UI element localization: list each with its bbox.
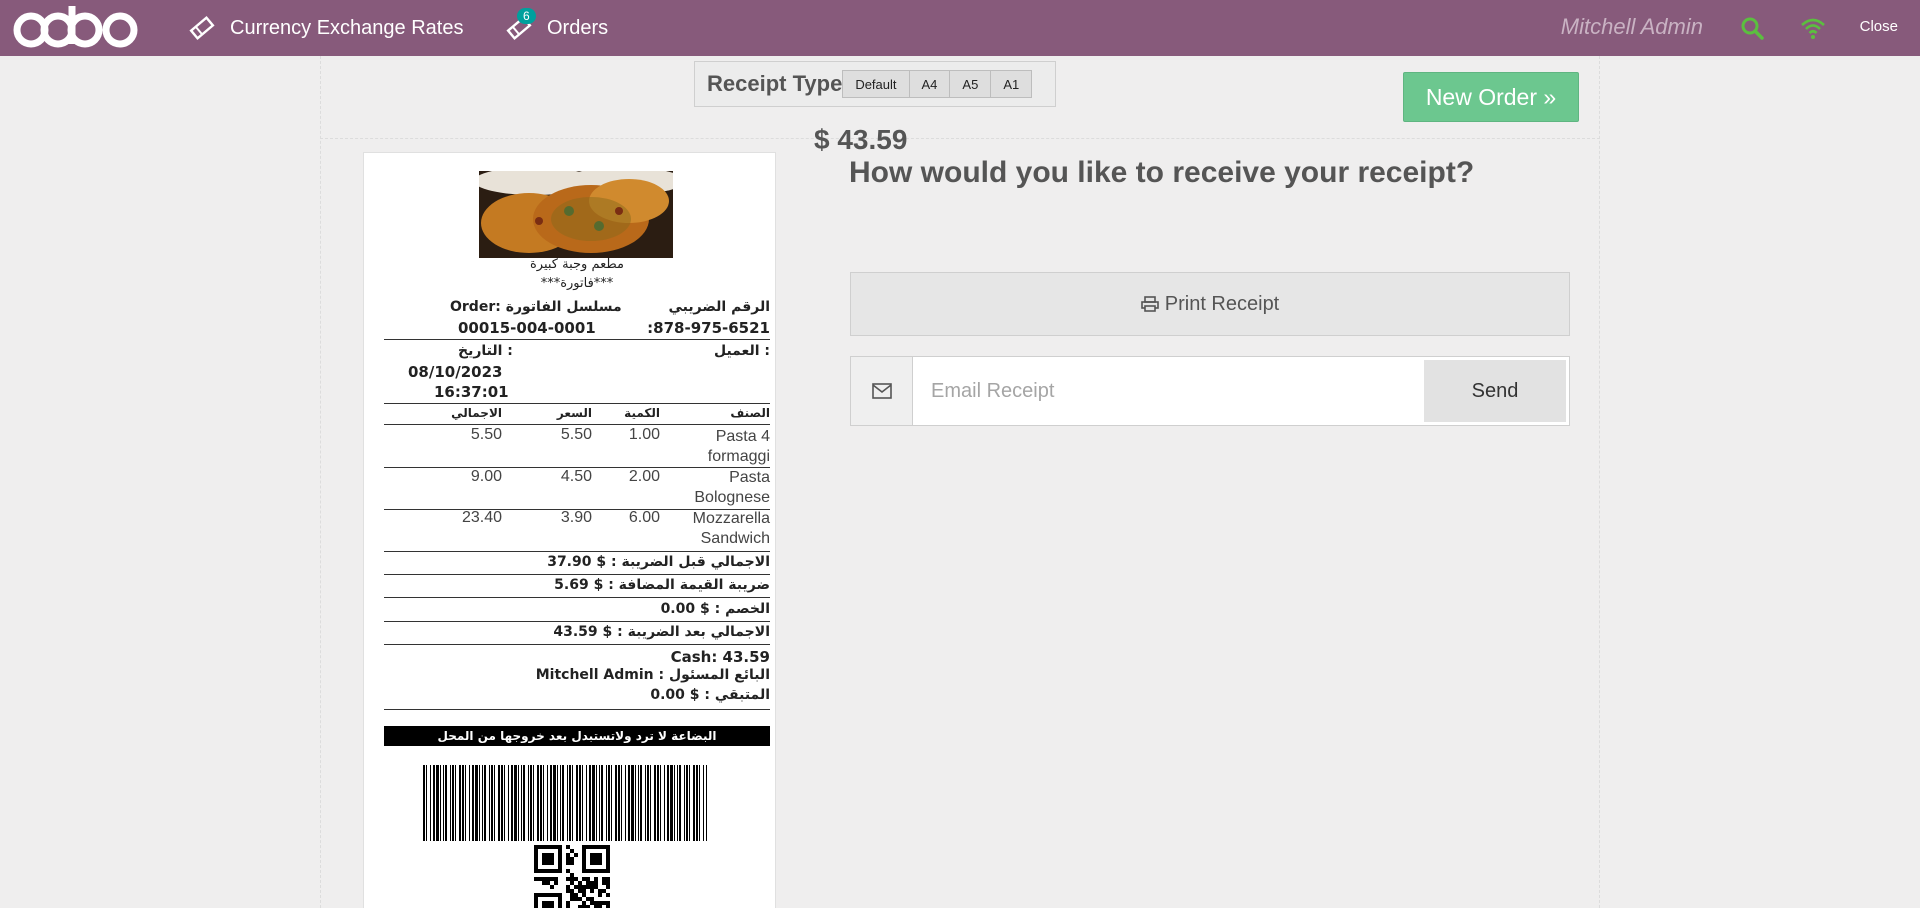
total-amount: $ 43.59 — [814, 124, 908, 155]
divider — [384, 574, 770, 575]
envelope-icon — [871, 383, 892, 399]
col-qty: الكمية — [624, 406, 660, 420]
line-total: 9.00 — [470, 468, 502, 485]
receipt-company: مطعم وجبة كبيرة — [529, 257, 625, 272]
receipt-type-a1[interactable]: A1 — [990, 70, 1033, 98]
receipt-type-default[interactable]: Default — [842, 70, 910, 98]
orders-badge: 6 — [517, 8, 536, 24]
receipt-vat: ضريبة القيمة المضافة : $ 5.69 — [554, 577, 770, 593]
receipt-tax-label: الرقم الضريبي — [668, 299, 770, 315]
receipt-preview: مطعم وجبة كبيرة ***فاتورة*** Order: مسلس… — [363, 152, 776, 908]
divider — [384, 597, 770, 598]
divider — [384, 551, 770, 552]
printer-icon — [1140, 296, 1159, 312]
divider — [384, 644, 770, 645]
print-receipt-label: Print Receipt — [1164, 292, 1280, 315]
nav-orders[interactable]: 6 Orders — [505, 0, 608, 56]
odoo-logo[interactable] — [12, 4, 152, 52]
line-name: Pasta Bolognese — [694, 469, 770, 506]
receipt-discount: الخصم : $ 0.00 — [660, 601, 770, 617]
line-name: Mozzarella Sandwich — [692, 510, 770, 547]
divider — [384, 424, 770, 425]
qr-code-image — [534, 845, 610, 908]
send-button[interactable]: Send — [1424, 360, 1566, 422]
line-qty: 2.00 — [628, 468, 660, 485]
receipt-type-a5[interactable]: A5 — [949, 70, 992, 98]
search-icon[interactable] — [1740, 16, 1766, 40]
receipt-footer-note: البضاعة لا ترد ولاتستبدل بعد خروجها من ا… — [384, 726, 770, 746]
divider — [384, 339, 770, 340]
receipt-cashier: Mitchell Admin : البائع المسئول — [535, 667, 770, 683]
wifi-icon[interactable] — [1800, 16, 1826, 40]
orders-icon-wrap: 6 — [505, 8, 536, 42]
receipt-customer-label: العميل : — [713, 343, 770, 359]
receipt-date: 08/10/2023 — [408, 363, 503, 381]
line-total: 5.50 — [470, 426, 502, 443]
restaurant-image — [479, 171, 673, 258]
receipt-type-label: Receipt Type — [707, 71, 843, 96]
divider — [384, 621, 770, 622]
nav-currency-rates[interactable]: Currency Exchange Rates — [188, 0, 463, 56]
new-order-button[interactable]: New Order » — [1403, 72, 1579, 122]
col-product: الصنف — [730, 406, 770, 420]
receipt-grand-total: الاجمالي بعد الضريبة : $ 43.59 — [553, 624, 770, 640]
col-price: السعر — [556, 406, 592, 420]
ticket-icon — [189, 16, 215, 40]
receipt-order-label: Order: مسلسل الفاتورة — [450, 299, 622, 315]
receipt-type-a4[interactable]: A4 — [908, 70, 951, 98]
col-total: الاجمالي — [451, 406, 502, 420]
close-button[interactable]: Close — [1860, 18, 1898, 35]
line-qty: 6.00 — [628, 509, 660, 526]
receipt-change: المتبقي : $ 0.00 — [650, 687, 770, 703]
receipt-question: How would you like to receive your recei… — [849, 156, 1475, 189]
receipt-order-number: 00015-004-0001 — [458, 319, 596, 337]
top-separator — [320, 138, 1600, 139]
line-qty: 1.00 — [628, 426, 660, 443]
receipt-time: 16:37:01 — [434, 383, 509, 401]
receipt-date-label: التاريخ : — [458, 343, 513, 359]
line-price: 4.50 — [560, 468, 592, 485]
user-name[interactable]: Mitchell Admin — [1561, 14, 1703, 40]
receipt-tax-number: :878-975-6521 — [647, 319, 770, 337]
line-price: 5.50 — [560, 426, 592, 443]
receipt-type-selector: Receipt Type Default A4 A5 A1 — [694, 61, 1056, 107]
receipt-doc-title: ***فاتورة*** — [540, 276, 614, 291]
email-receipt-group: Send — [850, 356, 1570, 426]
email-icon-wrap — [851, 357, 913, 425]
nav-orders-label: Orders — [547, 16, 609, 39]
receipt-cash: Cash: 43.59 — [670, 648, 770, 666]
divider — [384, 403, 770, 404]
divider — [384, 709, 770, 710]
barcode-image — [423, 765, 707, 841]
line-price: 3.90 — [560, 509, 592, 526]
line-total: 23.40 — [461, 509, 502, 526]
email-input[interactable] — [931, 377, 1411, 405]
line-name: Pasta 4 formaggi — [707, 428, 770, 465]
receipt-subtotal: الاجمالي قبل الضريبة : $ 37.90 — [547, 554, 770, 570]
nav-currency-rates-label: Currency Exchange Rates — [230, 16, 464, 39]
top-bar: Currency Exchange Rates 6 Orders Mitchel… — [0, 0, 1920, 56]
print-receipt-button[interactable]: Print Receipt — [850, 272, 1570, 336]
